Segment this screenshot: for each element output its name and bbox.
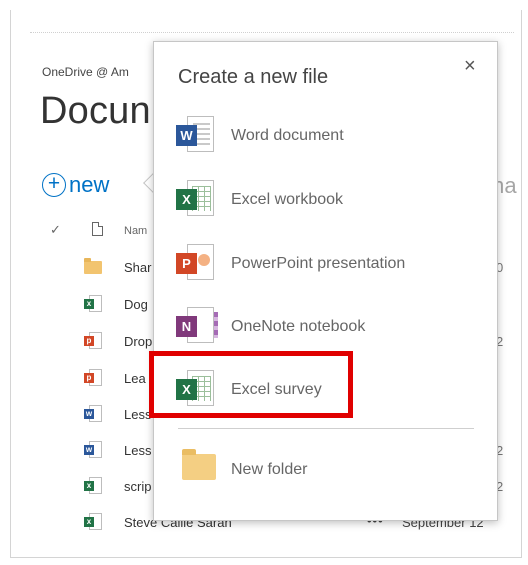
excel-icon: x xyxy=(84,295,102,313)
menu-item-label: PowerPoint presentation xyxy=(231,255,406,272)
new-button-label: new xyxy=(69,172,110,197)
menu-item-powerpoint-presentation[interactable]: P PowerPoint presentation xyxy=(176,242,476,290)
column-header-name[interactable]: Nam xyxy=(124,225,147,237)
excel-icon: X xyxy=(176,178,216,222)
word-icon: w xyxy=(84,441,102,459)
menu-item-word-document[interactable]: W Word document xyxy=(176,114,476,162)
menu-item-label: Excel workbook xyxy=(231,191,344,208)
file-name[interactable]: Less xyxy=(124,443,151,458)
menu-item-excel-workbook[interactable]: X Excel workbook xyxy=(176,178,476,226)
menu-item-new-folder[interactable]: New folder xyxy=(176,448,476,496)
word-icon: W xyxy=(176,114,216,158)
excel-icon: x xyxy=(84,477,102,495)
powerpoint-icon: p xyxy=(84,332,102,350)
file-name[interactable]: Dog xyxy=(124,297,148,312)
breadcrumb[interactable]: OneDrive @ Am xyxy=(42,65,129,79)
folder-icon xyxy=(176,448,216,492)
menu-item-label: New folder xyxy=(231,461,308,478)
folder-icon xyxy=(84,258,102,274)
file-name[interactable]: Shar xyxy=(124,260,151,275)
file-name[interactable]: Lea xyxy=(124,371,146,386)
menu-item-excel-survey[interactable]: X Excel survey xyxy=(176,368,476,416)
new-button[interactable]: + new xyxy=(42,173,109,197)
menu-item-label: OneNote notebook xyxy=(231,318,366,335)
file-name[interactable]: scrip xyxy=(124,479,151,494)
select-all-check-icon[interactable]: ✓ xyxy=(50,222,61,238)
excel-icon: X xyxy=(176,368,216,412)
menu-item-label: Excel survey xyxy=(231,381,322,398)
excel-icon: x xyxy=(84,513,102,531)
file-name[interactable]: Less xyxy=(124,407,151,422)
menu-item-onenote-notebook[interactable]: N OneNote notebook xyxy=(176,305,476,353)
frame-top-border xyxy=(30,32,514,33)
word-icon: w xyxy=(84,405,102,423)
page-title: Docun xyxy=(40,90,151,132)
callout-title: Create a new file xyxy=(178,66,329,88)
powerpoint-icon: p xyxy=(84,369,102,387)
onenote-icon: N xyxy=(176,305,218,349)
powerpoint-icon: P xyxy=(176,242,216,286)
plus-circle-icon: + xyxy=(42,173,66,197)
menu-item-label: Word document xyxy=(231,127,344,144)
close-icon[interactable]: × xyxy=(464,56,476,76)
menu-separator xyxy=(178,428,474,429)
create-new-file-callout: Create a new file × W Word document X Ex… xyxy=(153,41,498,521)
file-type-header-icon[interactable] xyxy=(92,222,103,236)
file-name[interactable]: Drop xyxy=(124,334,152,349)
